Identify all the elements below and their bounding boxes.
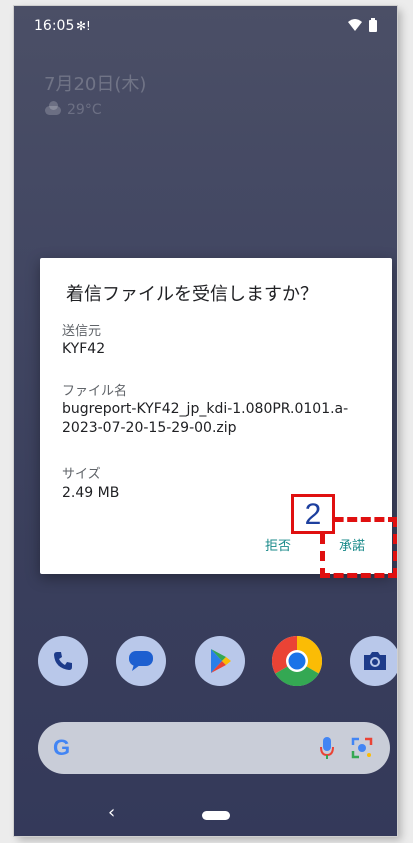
status-time: 16:05 — [34, 18, 75, 34]
filename-value: bugreport-KYF42_jp_kdi-1.080PR.0101.a-20… — [62, 401, 349, 436]
play-store-icon[interactable] — [195, 636, 245, 686]
weather-temp: 29°C — [67, 102, 102, 118]
app-dock — [14, 636, 397, 696]
size-label: サイズ — [62, 467, 101, 482]
lockscreen-date: 7月20日(木) — [44, 74, 147, 95]
sender-label: 送信元 — [62, 324, 102, 339]
decline-button[interactable]: 拒否 — [265, 535, 291, 554]
step-number-badge: 2 — [291, 494, 335, 534]
mic-icon[interactable] — [320, 736, 334, 760]
sender-value: KYF42 — [62, 341, 106, 357]
google-logo: G — [53, 735, 71, 760]
nav-back-button[interactable]: ‹ — [108, 802, 115, 823]
battery-icon — [369, 18, 377, 32]
filename-label: ファイル名 — [62, 384, 128, 399]
phone-screen: 16:05 ✻! 7月20日(木) 29°C G ‹ 着信ファイルを受信しますか… — [14, 6, 397, 836]
cloud-icon — [45, 100, 61, 115]
lens-icon[interactable] — [350, 736, 374, 760]
search-bar[interactable]: G — [38, 722, 390, 774]
camera-icon[interactable] — [350, 636, 397, 686]
wifi-icon — [348, 19, 362, 31]
dialog-title: 着信ファイルを受信しますか？ — [66, 284, 318, 305]
status-bar: 16:05 ✻! — [14, 6, 397, 44]
nav-home-button[interactable] — [202, 811, 230, 820]
phone-icon[interactable] — [38, 636, 88, 686]
chrome-icon[interactable] — [272, 636, 322, 686]
notification-icon: ✻! — [76, 19, 91, 33]
weather-widget: 29°C — [45, 100, 102, 118]
messages-icon[interactable] — [116, 636, 166, 686]
